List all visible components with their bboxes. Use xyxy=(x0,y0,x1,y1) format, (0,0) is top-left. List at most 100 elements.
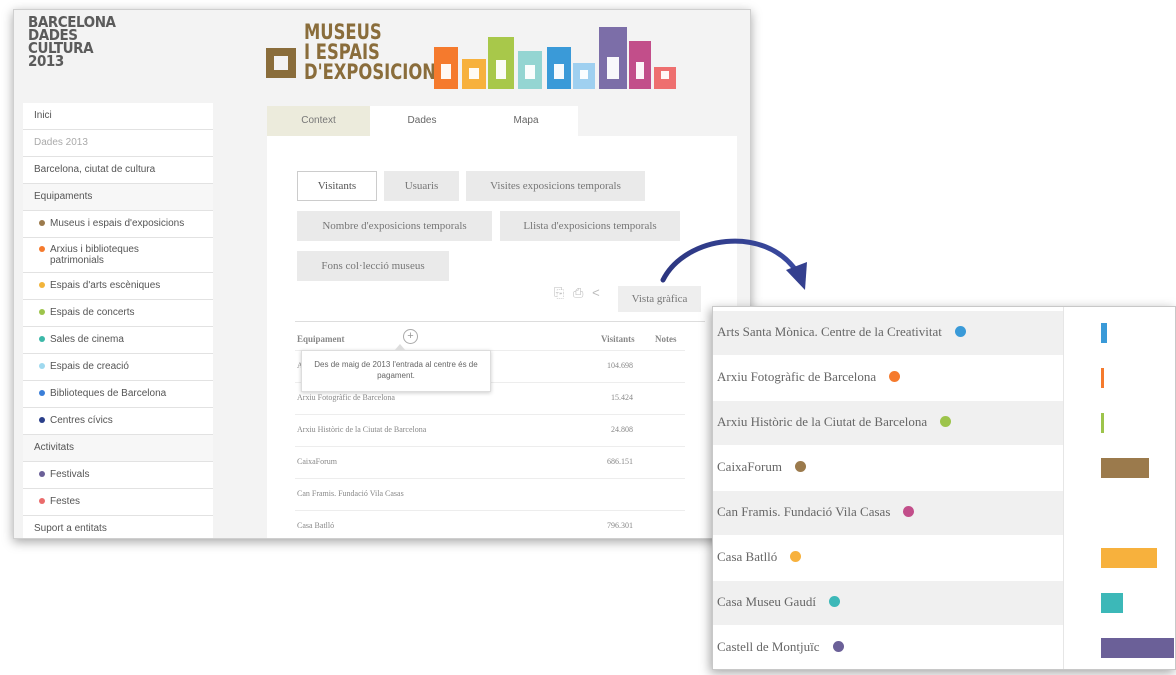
tab-mapa[interactable]: Mapa xyxy=(474,106,578,136)
zoom-row-name: CaixaForum xyxy=(717,459,806,475)
sidebar-item-label: Museus i espais d'exposicions xyxy=(50,218,185,229)
sidebar-item[interactable]: Sales de cinema xyxy=(23,327,213,354)
logo-bar xyxy=(629,41,651,89)
zoom-row[interactable]: Can Framis. Fundació Vila Casas xyxy=(713,491,1063,535)
sidebar-item-label: Dades 2013 xyxy=(34,137,88,148)
zoom-row-name: Casa Batlló xyxy=(717,549,802,565)
legend-dot-icon xyxy=(903,506,915,517)
logo-bar xyxy=(488,37,514,89)
sidebar-nav: Inici Dades 2013 Barcelona, ciutat de cult… xyxy=(23,103,213,538)
filter-visites-temporals-button[interactable]: Visites exposicions temporals xyxy=(466,171,645,201)
row-value: 796.301 xyxy=(607,521,633,530)
sidebar-item[interactable]: Espais d'arts escèniques xyxy=(23,273,213,300)
bullet-dot-icon xyxy=(39,417,45,424)
sidebar-item-label: Espais d'arts escèniques xyxy=(50,280,161,291)
zoom-row[interactable]: CaixaForum xyxy=(713,446,1063,490)
zoom-row-name: Arts Santa Mònica. Centre de la Creativi… xyxy=(717,324,966,340)
bullet-dot-icon xyxy=(39,498,45,505)
tab-context[interactable]: Context xyxy=(267,106,370,136)
sidebar-item[interactable]: Espais de creació xyxy=(23,354,213,381)
content-panel: Visitants Usuaris Visites exposicions te… xyxy=(267,136,737,538)
tab-dades[interactable]: Dades xyxy=(370,106,474,136)
header-equipament[interactable]: Equipament xyxy=(297,334,345,344)
bullet-dot-icon xyxy=(39,309,45,316)
zoom-row-label: Arts Santa Mònica. Centre de la Creativi… xyxy=(717,324,942,339)
filter-llista-temporals-button[interactable]: Llista d'exposicions temporals xyxy=(500,211,680,241)
logo-bar xyxy=(599,27,627,89)
sidebar-item[interactable]: Centres cívics xyxy=(23,408,213,435)
value-bar xyxy=(1101,368,1104,388)
row-value: 686.151 xyxy=(607,457,633,466)
filter-usuaris-button[interactable]: Usuaris xyxy=(384,171,459,201)
export-icon[interactable]: ⎘ xyxy=(554,285,564,300)
row-value: 15.424 xyxy=(611,393,633,402)
zoom-row-name: Arxiu Fotogràfic de Barcelona xyxy=(717,369,901,385)
sidebar-item[interactable]: Festivals xyxy=(23,462,213,489)
zoom-row[interactable]: Arts Santa Mònica. Centre de la Creativi… xyxy=(713,311,1063,355)
zoom-row[interactable]: Arxiu Històric de la Ciutat de Barcelona xyxy=(713,401,1063,445)
logo-bar xyxy=(518,51,542,89)
filter-fons-button[interactable]: Fons col·lecció museus xyxy=(297,251,449,281)
zoom-row[interactable]: Casa Museu Gaudí xyxy=(713,581,1063,625)
sidebar-item[interactable]: Biblioteques de Barcelona xyxy=(23,381,213,408)
filter-visitants-button[interactable]: Visitants xyxy=(297,171,377,201)
brand-logo[interactable]: BARCELONA DADES CULTURA 2013 xyxy=(28,15,116,69)
legend-dot-icon xyxy=(954,326,966,337)
sidebar-item[interactable]: Espais de concerts xyxy=(23,300,213,327)
sidebar-item-label: Arxius i biblioteques patrimonials xyxy=(50,244,139,266)
sidebar-item[interactable]: Equipaments xyxy=(23,184,213,211)
header-notes: Notes xyxy=(655,334,677,344)
sidebar-item[interactable]: Barcelona, ciutat de cultura xyxy=(23,157,213,184)
logo-title: MUSEUS I ESPAIS D'EXPOSICIONS xyxy=(304,20,448,83)
share-icon[interactable]: < xyxy=(592,285,600,300)
zoom-row[interactable]: Arxiu Fotogràfic de Barcelona xyxy=(713,356,1063,400)
sidebar-item-label: Inici xyxy=(34,110,52,121)
sidebar-item[interactable]: Museus i espais d'exposicions xyxy=(23,211,213,238)
zoom-row-name: Casa Museu Gaudí xyxy=(717,594,840,610)
logo-bar xyxy=(434,47,458,89)
sidebar-item[interactable]: Suport a entitats xyxy=(23,516,213,538)
zoom-row-label: CaixaForum xyxy=(717,459,782,474)
museus-logo: MUSEUS I ESPAIS D'EXPOSICIONS xyxy=(266,10,736,100)
sidebar-item-label: Espais de creació xyxy=(50,361,129,372)
logo-line: MUSEUS xyxy=(304,20,382,44)
bullet-dot-icon xyxy=(39,282,45,289)
zoom-row[interactable]: Casa Batlló xyxy=(713,536,1063,580)
row-name: Arxiu Fotogràfic de Barcelona xyxy=(297,393,395,402)
toolbar-icons: ⎘ ⎙ < xyxy=(554,285,605,301)
logo-bar xyxy=(654,67,676,89)
sidebar-item-label: Equipaments xyxy=(34,191,93,202)
row-name: Casa Batlló xyxy=(297,521,335,530)
logo-bar xyxy=(547,47,571,89)
sidebar-item[interactable]: Activitats xyxy=(23,435,213,462)
zoom-row[interactable]: Castell de Montjuïc xyxy=(713,626,1063,669)
sidebar-item-label: Festes xyxy=(50,496,81,507)
sidebar-item-label: Festivals xyxy=(50,469,90,480)
sidebar-item[interactable]: Festes xyxy=(23,489,213,516)
value-bar xyxy=(1101,638,1174,658)
zoom-row-label: Castell de Montjuïc xyxy=(717,639,820,654)
row-value: 24.808 xyxy=(611,425,633,434)
bullet-dot-icon xyxy=(39,363,45,370)
legend-dot-icon xyxy=(832,641,844,652)
row-name: Arxiu Històric de la Ciutat de Barcelona xyxy=(297,425,427,434)
sidebar-item[interactable]: Arxius i biblioteques patrimonials xyxy=(23,238,213,273)
bullet-dot-icon xyxy=(39,220,45,227)
logo-bar xyxy=(462,59,486,89)
value-bar xyxy=(1101,593,1123,613)
print-icon[interactable]: ⎙ xyxy=(573,285,583,300)
sidebar-item-label: Espais de concerts xyxy=(50,307,135,318)
table-row: Casa Batlló 796.301 xyxy=(295,510,685,538)
filter-nombre-temporals-button[interactable]: Nombre d'exposicions temporals xyxy=(297,211,492,241)
plus-icon[interactable]: + xyxy=(403,329,418,344)
logo-bar xyxy=(573,63,595,89)
zoom-row-name: Can Framis. Fundació Vila Casas xyxy=(717,504,915,520)
header-visitants[interactable]: Visitants xyxy=(601,334,635,344)
sidebar-item-label: Activitats xyxy=(34,442,75,453)
sidebar-item: Dades 2013 xyxy=(23,130,213,157)
sidebar-item[interactable]: Inici xyxy=(23,103,213,130)
table-row: Can Framis. Fundació Vila Casas xyxy=(295,478,685,509)
legend-dot-icon xyxy=(828,596,840,607)
value-bar xyxy=(1101,323,1107,343)
bullet-dot-icon xyxy=(39,390,45,397)
